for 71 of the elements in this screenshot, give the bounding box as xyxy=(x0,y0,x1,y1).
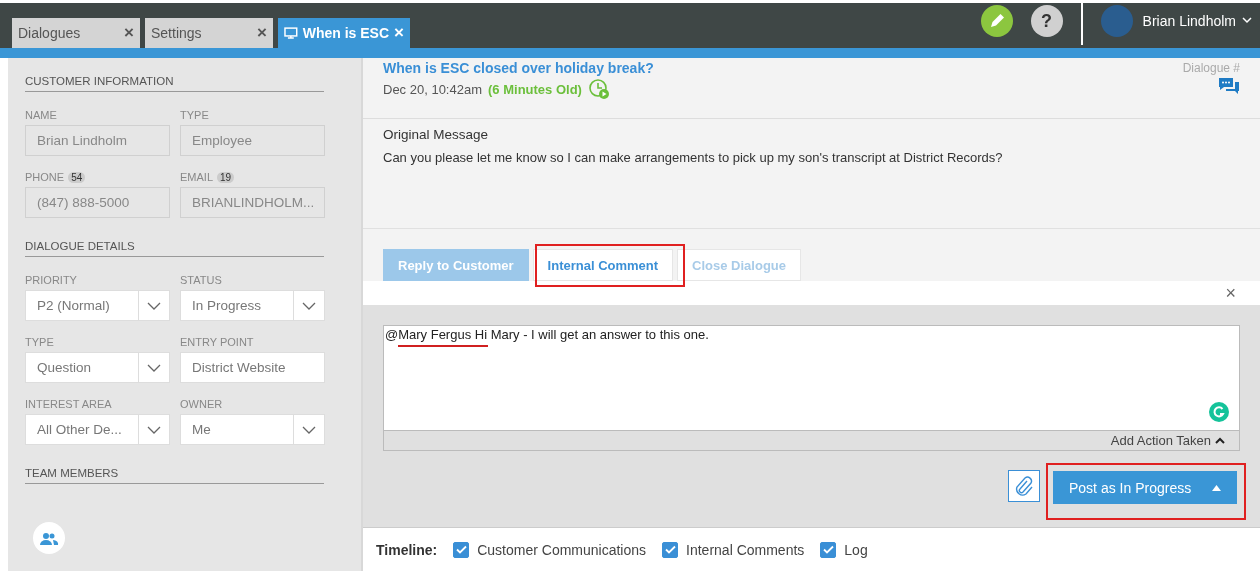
field-label: NAME xyxy=(25,109,57,121)
checkbox[interactable] xyxy=(820,541,837,558)
grammar-icon[interactable] xyxy=(1209,402,1229,422)
tab-label: When is ESC xyxy=(302,25,390,41)
section-heading: TEAM MEMBERS xyxy=(25,467,324,484)
avatar xyxy=(1100,5,1133,37)
dropdown-field[interactable]: In Progress xyxy=(180,290,325,321)
dropdown-field[interactable]: Me xyxy=(180,414,325,445)
chevron-down-icon[interactable] xyxy=(1242,17,1252,25)
checkbox-label: Log xyxy=(844,541,868,558)
comment-text: @Mary Fergus Hi Mary - I will get an answer to this one. xyxy=(385,327,709,342)
close-tab-button[interactable]: × xyxy=(257,23,267,43)
tab-label: Dialogues xyxy=(18,25,82,41)
app-tab[interactable]: Settings × xyxy=(145,18,273,48)
readonly-field: Employee xyxy=(180,125,325,156)
field-label: STATUS xyxy=(180,274,222,286)
count-badge: 19 xyxy=(217,171,235,183)
reply-tab[interactable]: Internal Comment xyxy=(532,249,674,281)
pencil-icon[interactable] xyxy=(980,5,1013,37)
field-label: INTEREST AREA xyxy=(25,398,112,410)
checkbox[interactable] xyxy=(662,541,679,558)
field-label: PRIORITY xyxy=(25,274,77,286)
comment-textarea[interactable]: @Mary Fergus Hi Mary - I will get an answer to this one. xyxy=(383,325,1240,431)
dropdown-field[interactable]: Question xyxy=(25,352,170,383)
field-label: ENTRY POINT xyxy=(180,336,254,348)
monitor-icon xyxy=(284,27,298,39)
close-tab-button[interactable]: × xyxy=(124,23,134,43)
original-message-heading: Original Message xyxy=(383,127,490,142)
field-label: TYPE xyxy=(180,109,209,121)
field-label: TYPE xyxy=(25,336,54,348)
dialogue-date: Dec 20, 10:42am xyxy=(383,81,482,97)
field-label: PHONE xyxy=(25,171,65,183)
readonly-field: BRIANLINDHOLM... xyxy=(180,187,325,218)
clock-icon xyxy=(587,78,610,100)
checkbox[interactable] xyxy=(453,541,470,558)
count-badge: 54 xyxy=(68,171,86,183)
chevron-down-icon xyxy=(302,425,316,434)
dialogue-title: When is ESC closed over holiday break? xyxy=(383,60,654,76)
dropdown-field[interactable]: All Other De... xyxy=(25,414,170,445)
add-team-member-icon[interactable] xyxy=(33,522,65,554)
paperclip-icon xyxy=(1015,475,1033,497)
caret-up-icon xyxy=(1212,484,1221,491)
chevron-down-icon xyxy=(147,425,161,434)
input-field[interactable]: District Website xyxy=(180,352,325,383)
dropdown-field[interactable]: P2 (Normal) xyxy=(25,290,170,321)
checkbox-label: Customer Communications xyxy=(477,541,647,558)
close-button[interactable]: × xyxy=(1225,283,1236,303)
original-message-text: Can you please let me know so I can make arrangements to pick up my son's transcript at District Records? xyxy=(383,150,1004,165)
section-heading: CUSTOMER INFORMATION xyxy=(25,75,324,92)
chevron-down-icon xyxy=(147,363,161,372)
chevron-down-icon xyxy=(302,301,316,310)
attach-button[interactable] xyxy=(1008,470,1040,502)
help-button[interactable]: ? xyxy=(1030,5,1063,37)
chevron-down-icon xyxy=(147,301,161,310)
add-action-link[interactable]: Add Action Taken xyxy=(1110,433,1211,448)
app-tab[interactable]: Dialogues × xyxy=(12,18,140,48)
app-tab[interactable]: When is ESC × xyxy=(278,18,410,48)
field-label: OWNER xyxy=(180,398,223,410)
user-name[interactable]: Brian Lindholm xyxy=(1142,13,1236,29)
dialogue-number: Dialogue # xyxy=(1182,61,1240,75)
field-label: EMAIL xyxy=(180,171,213,183)
readonly-field: (847) 888-5000 xyxy=(25,187,170,218)
chevron-up-icon[interactable] xyxy=(1215,437,1225,444)
section-heading: DIALOGUE DETAILS xyxy=(25,240,324,257)
post-button[interactable]: Post as In Progress xyxy=(1053,471,1237,504)
dialogue-age: (6 Minutes Old) xyxy=(488,81,582,97)
timeline-label: Timeline: xyxy=(376,541,438,558)
checkbox-label: Internal Comments xyxy=(686,541,805,558)
close-tab-button[interactable]: × xyxy=(394,23,404,43)
tab-label: Settings xyxy=(151,25,203,41)
readonly-field: Brian Lindholm xyxy=(25,125,170,156)
